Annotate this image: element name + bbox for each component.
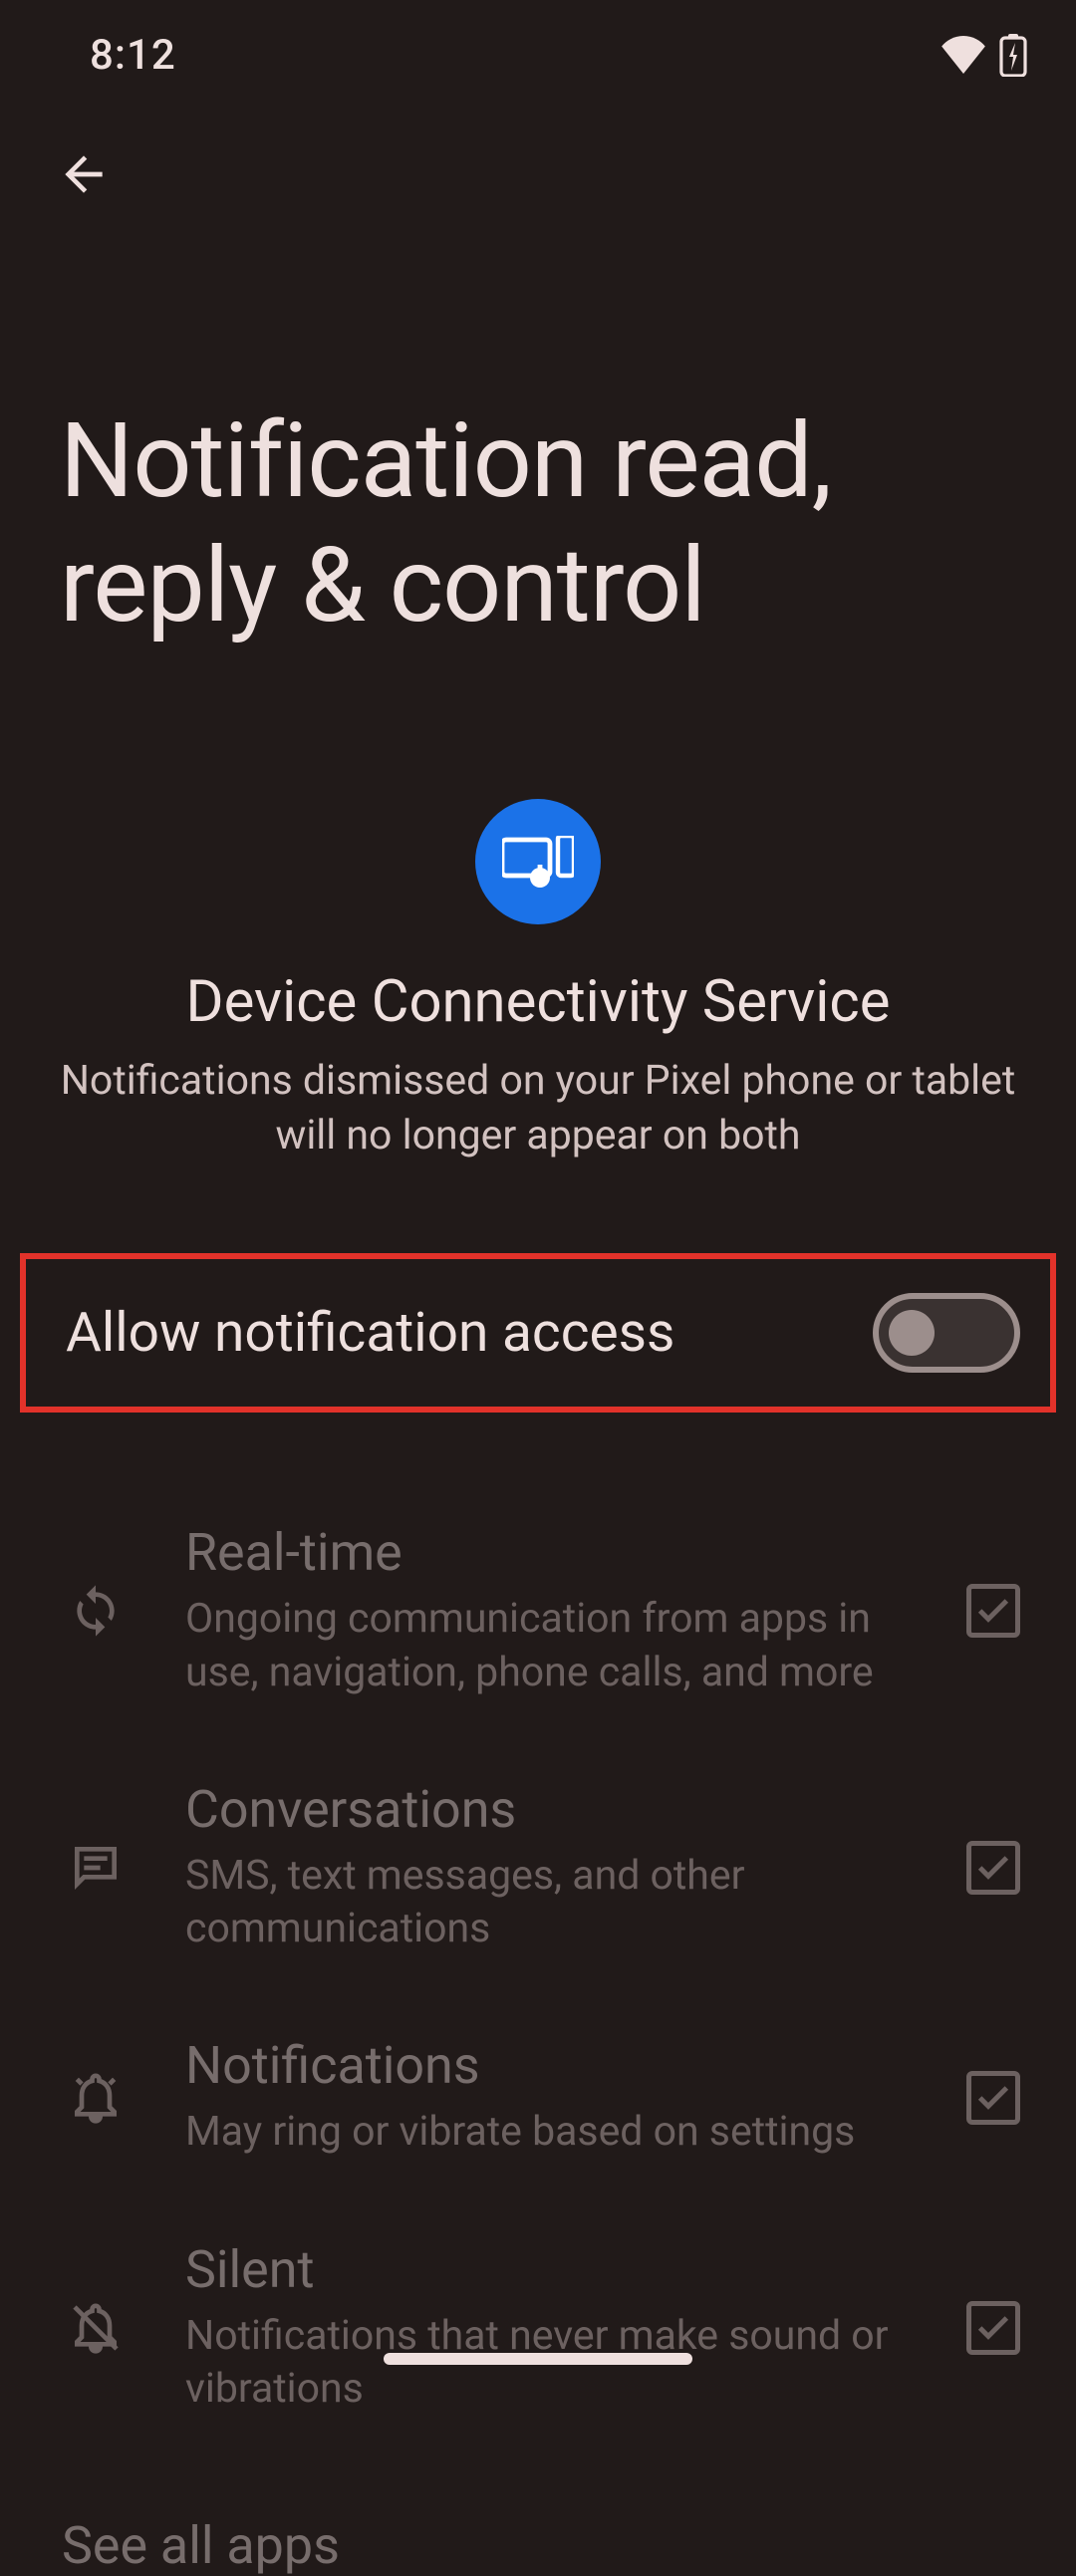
- category-row-conversations: Conversations SMS, text messages, and ot…: [56, 1739, 1020, 1996]
- chat-icon: [56, 1828, 135, 1908]
- category-row-realtime: Real-time Ongoing communication from app…: [56, 1482, 1020, 1739]
- allow-notification-access-switch[interactable]: [873, 1293, 1020, 1373]
- app-description: Notifications dismissed on your Pixel ph…: [60, 1054, 1016, 1164]
- category-title: Real-time: [185, 1522, 917, 1583]
- app-header: Device Connectivity Service Notification…: [0, 799, 1076, 1164]
- category-row-silent: Silent Notifications that never make sou…: [56, 2199, 1020, 2456]
- nav-gesture-bar[interactable]: [384, 2353, 692, 2365]
- switch-thumb: [889, 1310, 935, 1356]
- category-subtitle: SMS, text messages, and other communicat…: [185, 1850, 917, 1956]
- back-button[interactable]: [48, 139, 120, 211]
- app-name: Device Connectivity Service: [60, 968, 1016, 1036]
- app-icon: [475, 799, 601, 924]
- wifi-icon: [941, 36, 986, 74]
- category-subtitle: May ring or vibrate based on settings: [185, 2106, 917, 2159]
- status-icons: [941, 33, 1028, 77]
- category-checkbox-notifications: [966, 2071, 1020, 2125]
- category-subtitle: Ongoing communication from apps in use, …: [185, 1593, 917, 1699]
- category-title: Silent: [185, 2239, 917, 2300]
- category-checkbox-silent: [966, 2301, 1020, 2355]
- bell-ring-icon: [56, 2058, 135, 2138]
- category-title: Conversations: [185, 1779, 917, 1840]
- status-time: 8:12: [90, 31, 176, 80]
- category-row-notifications: Notifications May ring or vibrate based …: [56, 1995, 1020, 2198]
- allow-notification-access-row[interactable]: Allow notification access: [20, 1253, 1056, 1413]
- allow-notification-access-label: Allow notification access: [66, 1301, 674, 1365]
- bell-off-icon: [56, 2288, 135, 2368]
- arrow-left-icon: [56, 146, 112, 205]
- category-checkbox-conversations: [966, 1841, 1020, 1895]
- status-bar: 8:12: [0, 0, 1076, 110]
- see-all-apps-link[interactable]: See all apps: [0, 2455, 1076, 2576]
- battery-charging-icon: [998, 33, 1028, 77]
- category-checkbox-realtime: [966, 1584, 1020, 1638]
- category-title: Notifications: [185, 2035, 917, 2096]
- sync-icon: [56, 1571, 135, 1651]
- page-title: Notification read, reply & control: [0, 211, 1076, 649]
